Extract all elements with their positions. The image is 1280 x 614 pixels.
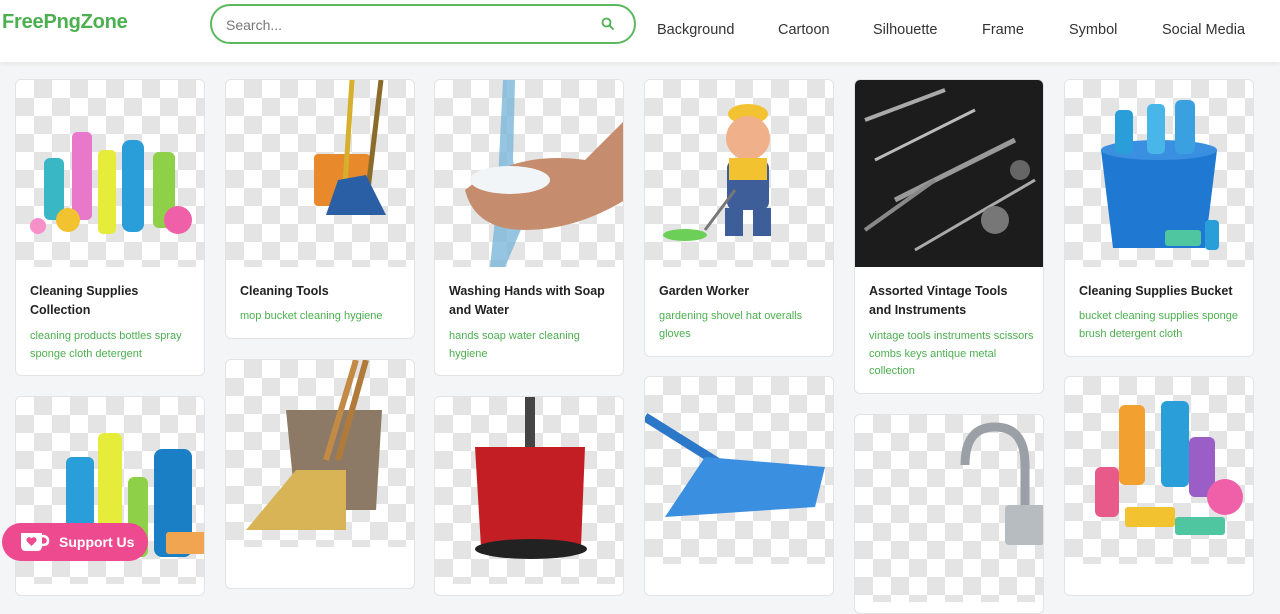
card-title[interactable]: Assorted Vintage Tools and Instruments [869, 282, 1029, 320]
image-card-garden-worker[interactable]: Garden Worker gardening shovel hat overa… [644, 79, 834, 357]
image-card-row2-5[interactable] [854, 414, 1044, 614]
image-card-cleaning-supplies-collection[interactable]: Cleaning Supplies Collection cleaning pr… [15, 79, 205, 376]
nav-silhouette[interactable]: Silhouette [873, 22, 938, 38]
card-title[interactable]: Cleaning Supplies Bucket [1079, 282, 1239, 301]
support-us-button[interactable]: Support Us [2, 523, 148, 561]
card-thumbnail[interactable] [645, 80, 833, 267]
image-card-row2-4[interactable] [644, 376, 834, 596]
broom-bucket-image [246, 360, 382, 530]
site-logo[interactable]: FreePngZone [2, 11, 128, 34]
card-title[interactable]: Cleaning Supplies Collection [30, 282, 190, 320]
image-card-cleaning-tools[interactable]: Cleaning Tools mop bucket cleaning hygie… [225, 79, 415, 339]
mop-bucket-image [314, 80, 386, 215]
image-card-row2-2[interactable] [225, 359, 415, 589]
cleaning-bottles-image [30, 132, 192, 234]
garden-worker-image [663, 104, 771, 241]
card-title[interactable]: Washing Hands with Soap and Water [449, 282, 609, 320]
faucet-image [960, 422, 1043, 545]
ko-fi-cup-icon [21, 533, 50, 551]
image-card-cleaning-bucket[interactable]: Cleaning Supplies Bucket bucket cleaning… [1064, 79, 1254, 357]
card-thumbnail[interactable] [16, 80, 204, 267]
card-tags: bucket cleaning supplies sponge brush de… [1079, 310, 1239, 340]
card-thumbnail[interactable] [855, 80, 1043, 267]
card-tags: cleaning products bottles spray sponge c… [30, 330, 182, 360]
search-icon[interactable] [600, 16, 616, 32]
card-thumbnail[interactable] [226, 360, 414, 547]
red-brush-image [475, 397, 587, 559]
card-thumbnail[interactable] [226, 80, 414, 267]
image-card-washing-hands[interactable]: Washing Hands with Soap and Water hands … [434, 79, 624, 376]
card-title[interactable]: Cleaning Tools [240, 282, 400, 301]
card-thumbnail[interactable] [855, 415, 1043, 602]
hands-water-image [465, 80, 623, 267]
nav-social-media[interactable]: Social Media [1162, 22, 1245, 38]
card-tags: hands soap water cleaning hygiene [449, 330, 580, 360]
site-header: FreePngZone Background Cartoon Silhouett… [0, 0, 1280, 62]
image-card-row2-6[interactable] [1064, 376, 1254, 596]
card-thumbnail[interactable] [645, 377, 833, 564]
card-thumbnail[interactable] [435, 80, 623, 267]
nav-frame[interactable]: Frame [982, 22, 1024, 38]
card-thumbnail[interactable] [1065, 80, 1253, 267]
search-input[interactable] [226, 15, 586, 35]
card-tags: gardening shovel hat overalls gloves [659, 310, 803, 340]
image-card-row2-3[interactable] [434, 396, 624, 596]
image-card-row2-1[interactable] [15, 396, 205, 596]
cleaning-bucket-image [1101, 100, 1219, 250]
image-card-vintage-tools[interactable]: Assorted Vintage Tools and Instruments v… [854, 79, 1044, 394]
vintage-tools-image [855, 80, 1043, 267]
card-thumbnail[interactable] [435, 397, 623, 584]
card-tags: vintage tools instruments scissors combs… [869, 330, 1034, 377]
card-tags: mop bucket cleaning hygiene [240, 310, 383, 322]
card-thumbnail[interactable] [1065, 377, 1253, 564]
nav-background[interactable]: Background [657, 22, 734, 38]
nav-symbol[interactable]: Symbol [1069, 22, 1117, 38]
blue-mop-image [645, 413, 825, 517]
support-label: Support Us [59, 534, 135, 550]
nav-cartoon[interactable]: Cartoon [778, 22, 830, 38]
card-title[interactable]: Garden Worker [659, 282, 819, 301]
search-bar[interactable] [210, 4, 636, 44]
cleaning-products-pile-image [1095, 401, 1243, 535]
